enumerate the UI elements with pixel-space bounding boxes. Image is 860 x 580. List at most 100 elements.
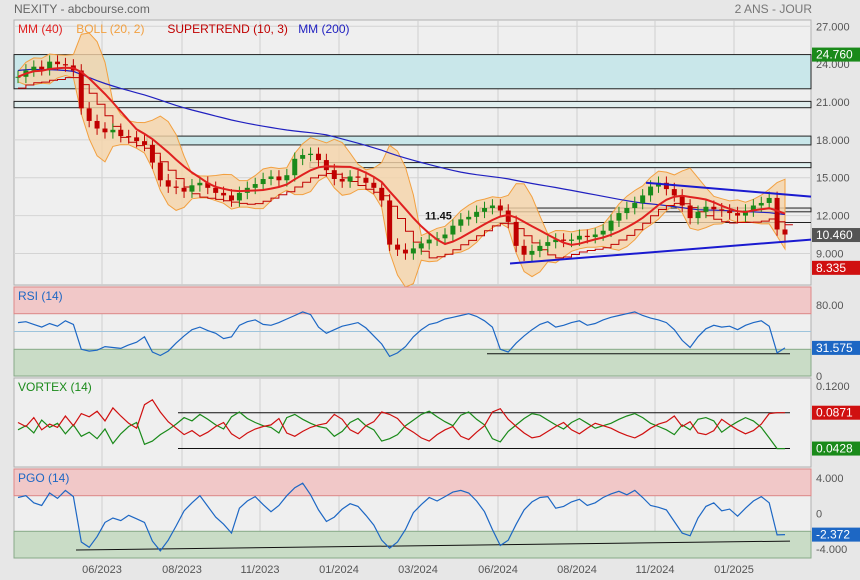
candle-body <box>513 221 519 246</box>
candle-body <box>395 244 401 250</box>
candle-body <box>149 144 155 163</box>
legend-item: MM (200) <box>298 22 349 36</box>
candle-body <box>142 141 148 145</box>
candle-body <box>252 184 258 188</box>
candle-body <box>537 245 543 251</box>
candle-body <box>474 211 480 217</box>
candle-body <box>703 206 709 212</box>
candle-body <box>363 177 369 183</box>
candle-body <box>387 200 393 245</box>
y-tick-label: 18.000 <box>816 135 850 147</box>
candle-body <box>410 248 416 254</box>
y-tick-label: 0 <box>816 509 822 521</box>
candle-body <box>379 187 385 201</box>
pgo-badge-label: -2.372 <box>816 528 850 542</box>
candle-body <box>687 205 693 219</box>
candle-body <box>632 202 638 209</box>
candle-body <box>165 180 171 187</box>
candle-body <box>584 235 590 238</box>
candle-body <box>497 205 503 211</box>
candle-body <box>766 197 772 203</box>
candle-body <box>450 225 456 235</box>
legend-item: RSI (14) <box>18 289 63 303</box>
candle-body <box>78 70 84 109</box>
y-tick-label: 12.000 <box>816 211 850 223</box>
resistance-zone <box>146 135 812 146</box>
candle-body <box>758 202 764 206</box>
y-tick-label: 0.1200 <box>816 381 850 393</box>
resistance-zone <box>13 54 812 90</box>
price-annotation: 11.45 <box>425 211 452 223</box>
oversold-zone <box>13 530 812 559</box>
x-tick-label: 01/2025 <box>714 564 754 576</box>
candle-body <box>181 187 187 192</box>
overbought-zone <box>13 468 812 497</box>
candle-body <box>308 153 314 156</box>
candle-body <box>719 209 725 211</box>
candle-body <box>735 213 741 216</box>
candle-body <box>671 189 677 196</box>
candle-body <box>648 186 654 196</box>
candle-body <box>529 250 535 255</box>
candle-body <box>62 64 68 66</box>
y-tick-label: -4.000 <box>816 544 847 556</box>
candle-body <box>157 162 163 181</box>
y-tick-label: 27.000 <box>816 21 850 33</box>
candle-body <box>110 129 116 133</box>
candle-body <box>86 108 92 121</box>
candle-body <box>347 176 353 182</box>
candle-body <box>268 176 274 179</box>
candle-body <box>600 230 606 235</box>
candle-body <box>189 185 195 192</box>
overbought-zone <box>13 286 812 315</box>
candle-body <box>134 137 140 142</box>
vortex-badge-label: 0.0428 <box>816 442 853 456</box>
candle-body <box>300 155 306 159</box>
candle-body <box>782 229 788 235</box>
x-tick-label: 01/2024 <box>319 564 359 576</box>
candle-body <box>711 206 717 210</box>
legend-item: VORTEX (14) <box>18 380 92 394</box>
candle-body <box>331 170 337 179</box>
candle-body <box>592 234 598 238</box>
candle-body <box>561 239 567 241</box>
candle-body <box>545 242 551 246</box>
x-tick-label: 06/2023 <box>82 564 122 576</box>
candle-body <box>355 176 361 178</box>
candle-body <box>228 195 234 201</box>
candle-body <box>94 120 100 129</box>
price-badge-label: 24.760 <box>816 48 853 62</box>
y-tick-label: 9.000 <box>816 248 844 260</box>
candle-body <box>221 192 227 196</box>
legend-item: MM (40) <box>18 22 63 36</box>
candle-body <box>236 192 242 201</box>
y-tick-label: 4.000 <box>816 473 844 485</box>
candle-body <box>569 239 575 241</box>
candle-body <box>126 136 132 138</box>
candle-body <box>173 186 179 188</box>
x-tick-label: 06/2024 <box>478 564 518 576</box>
legend-item: BOLL (20, 2) <box>76 22 144 36</box>
candle-body <box>276 176 282 181</box>
candle-body <box>118 129 124 137</box>
candle-body <box>418 243 424 249</box>
chart-svg: 06/2023 08/2023 11/2023 01/2024 03/2024 06/20… <box>13 19 860 576</box>
legend-item: SUPERTREND (10, 3) <box>167 22 287 36</box>
candle-body <box>426 239 432 244</box>
y-tick-label: 80.00 <box>816 300 844 312</box>
candle-body <box>616 213 622 221</box>
candle-body <box>31 66 37 71</box>
candle-body <box>292 158 298 176</box>
candle-body <box>442 234 448 239</box>
candle-body <box>727 210 733 214</box>
candle-body <box>102 128 108 133</box>
rsi-badge-label: 31.575 <box>816 341 853 355</box>
candle-body <box>371 182 377 188</box>
vortex-panel-bg <box>13 377 812 468</box>
candle-body <box>213 187 219 193</box>
candle-body <box>774 197 780 230</box>
y-tick-label: 15.000 <box>816 173 850 185</box>
y-tick-label: 21.000 <box>816 97 850 109</box>
candle-body <box>608 220 614 231</box>
candle-body <box>624 208 630 214</box>
